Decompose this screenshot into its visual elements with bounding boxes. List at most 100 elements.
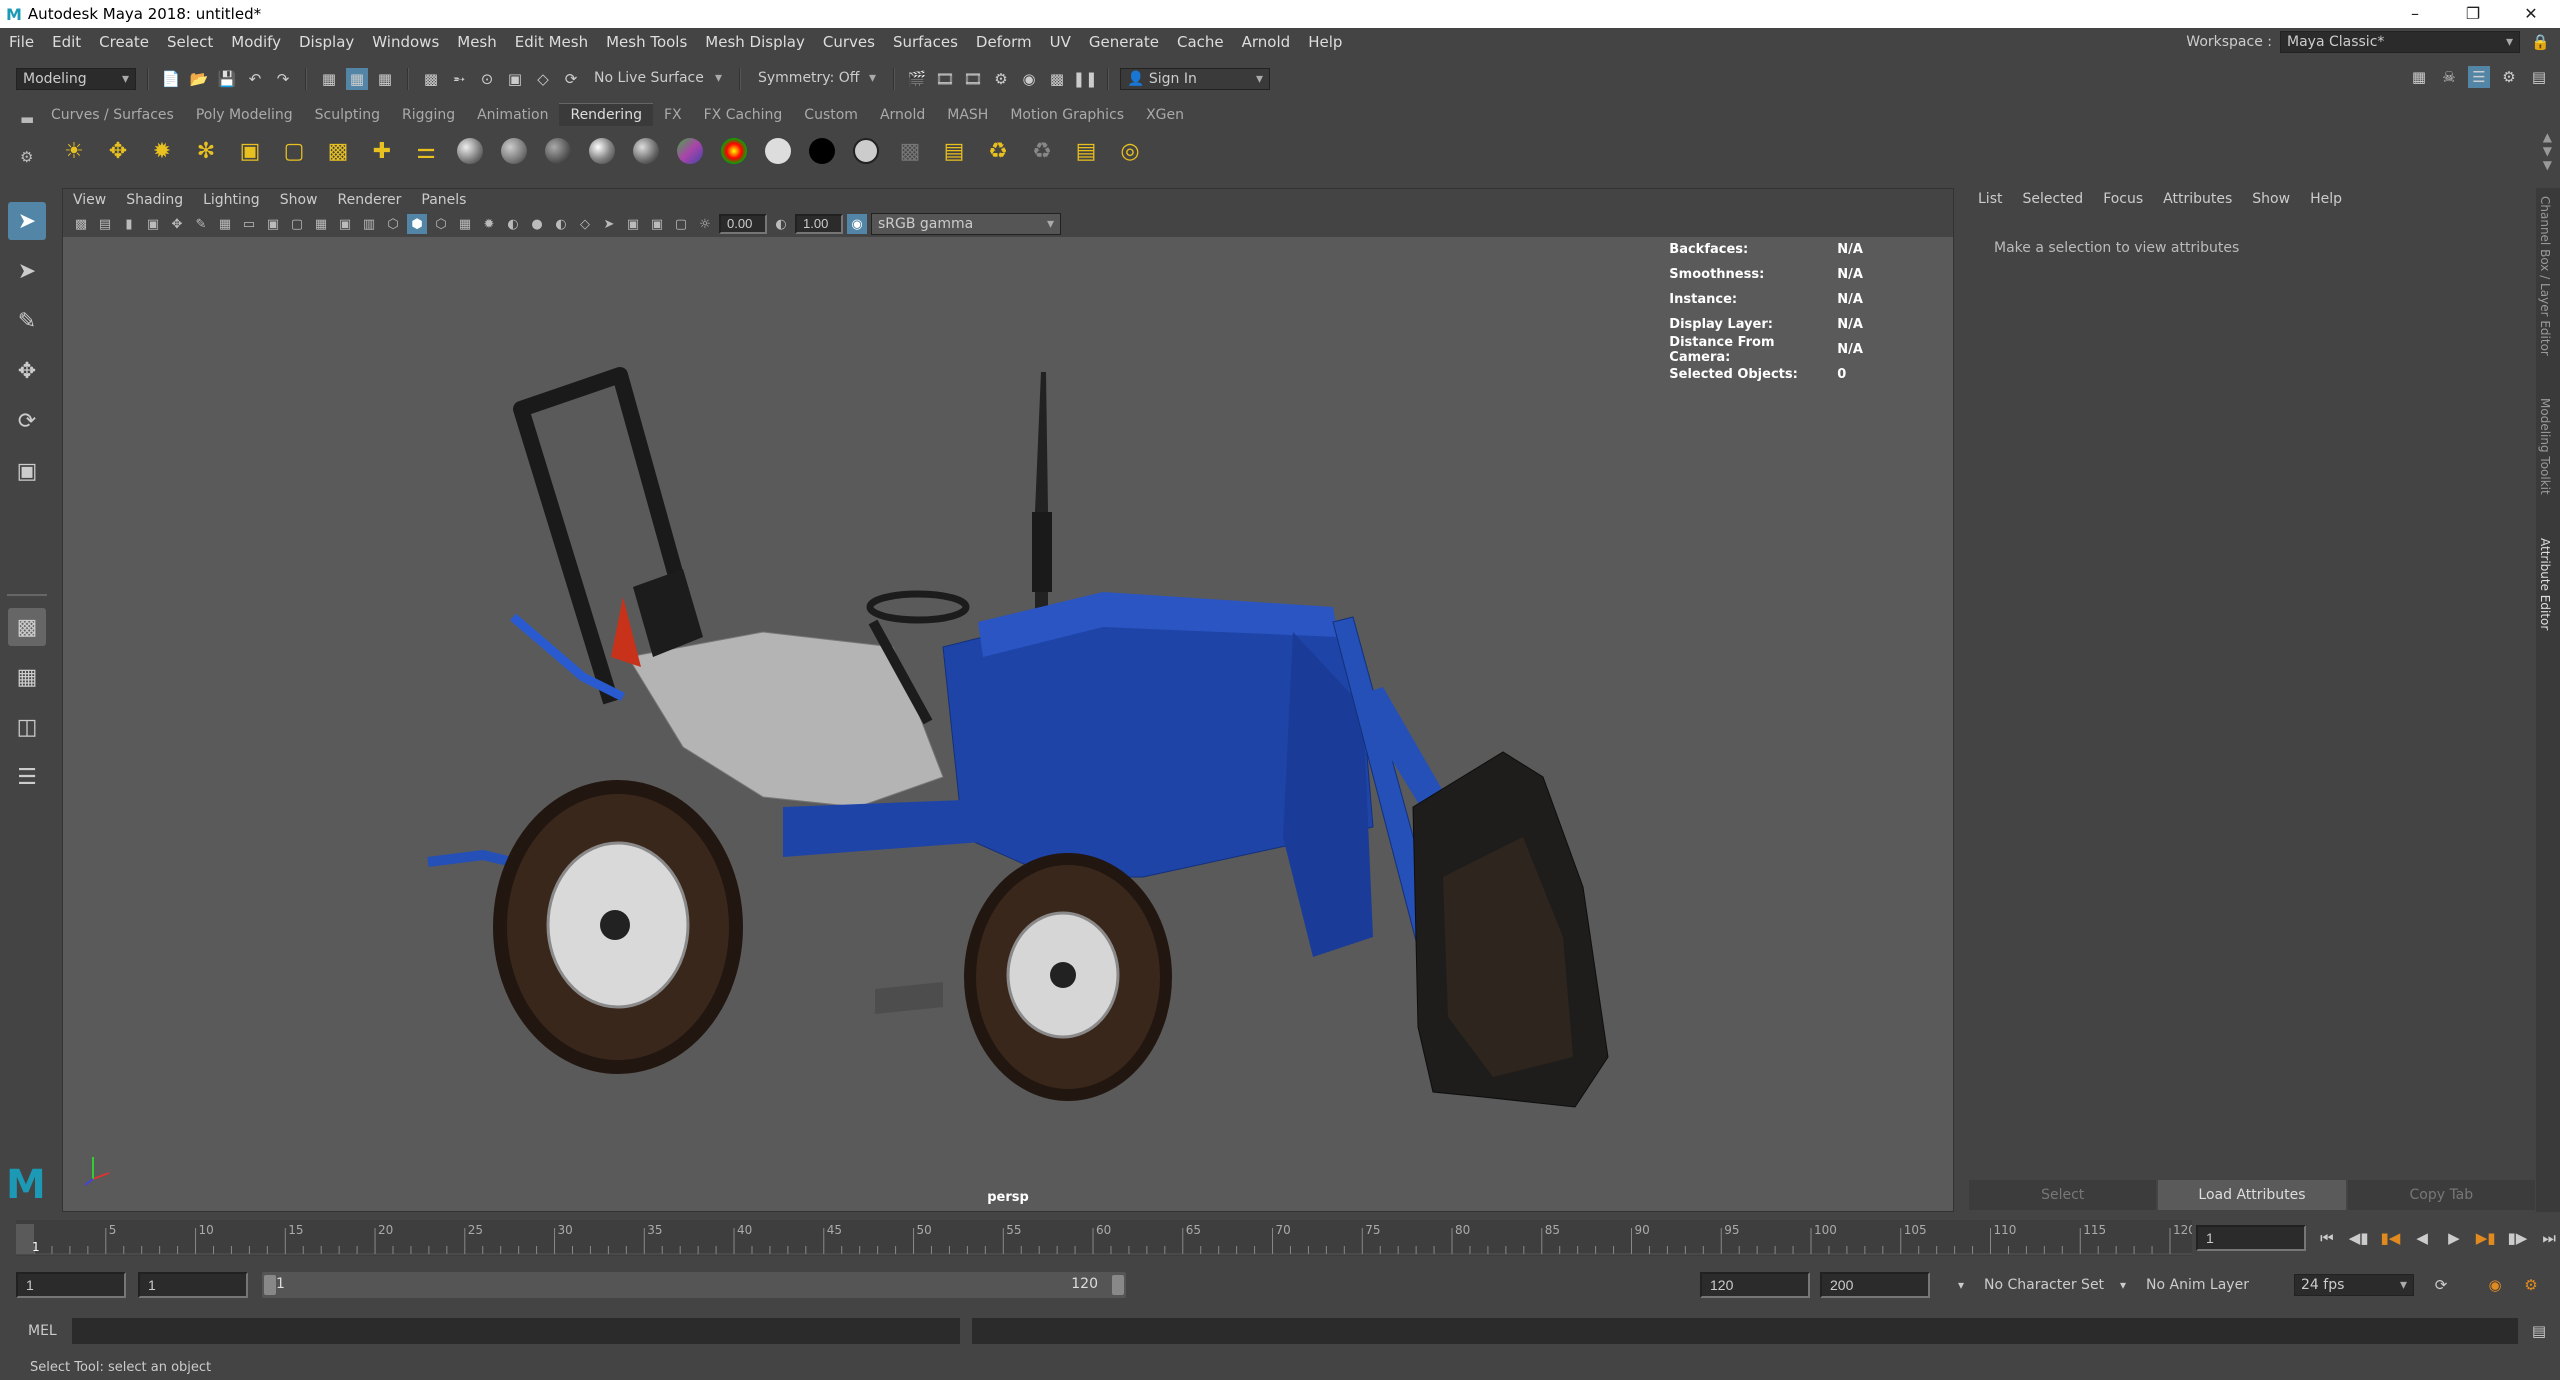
symmetry-dropdown[interactable]: Symmetry: Off [752, 68, 882, 90]
blinn-material-icon[interactable] [452, 133, 488, 169]
undo-icon[interactable]: ↶ [244, 68, 266, 90]
volume-light-icon[interactable]: ▢ [276, 133, 312, 169]
minimize-button[interactable]: – [2386, 0, 2444, 28]
menu-set-dropdown[interactable]: Modeling [16, 68, 136, 90]
phong-material-icon[interactable] [540, 133, 576, 169]
xray-joints-icon[interactable]: ▢ [671, 214, 691, 234]
tool-settings-icon[interactable]: ⚙ [2498, 66, 2520, 88]
snap-curve-icon[interactable]: ➵ [448, 68, 470, 90]
paint-select-tool-icon[interactable]: ✎ [8, 302, 46, 340]
ambient-light-icon[interactable]: ☀ [56, 133, 92, 169]
tab-motion-graphics[interactable]: Motion Graphics [999, 104, 1135, 126]
step-back-frame-icon[interactable]: ▮◀ [2380, 1227, 2402, 1249]
tab-xgen[interactable]: XGen [1135, 104, 1195, 126]
wireframe-on-shaded-icon[interactable]: ⬡ [431, 214, 451, 234]
menu-edit-mesh[interactable]: Edit Mesh [506, 33, 597, 51]
shelf-options-icon[interactable]: ▬ [20, 110, 34, 128]
white-material-icon[interactable] [760, 133, 796, 169]
exposure-field[interactable] [719, 214, 767, 234]
bookmark-icon[interactable]: ▮ [119, 214, 139, 234]
tab-rigging[interactable]: Rigging [391, 104, 466, 126]
end-time-field[interactable] [1820, 1272, 1930, 1298]
step-back-key-icon[interactable]: ◀▮ [2348, 1227, 2370, 1249]
exposure-icon[interactable]: ☼ [695, 214, 715, 234]
menu-surfaces[interactable]: Surfaces [884, 33, 967, 51]
light-linking-icon[interactable]: ♻ [980, 133, 1016, 169]
grid-icon[interactable]: ▦ [215, 214, 235, 234]
save-scene-icon[interactable]: 💾 [216, 68, 238, 90]
panel-menu-renderer[interactable]: Renderer [327, 192, 411, 208]
directional-light-icon[interactable]: ✥ [100, 133, 136, 169]
step-forward-frame-icon[interactable]: ▶▮ [2475, 1227, 2497, 1249]
render-target-icon[interactable]: ◎ [1112, 133, 1148, 169]
ae-menu-attributes[interactable]: Attributes [2153, 191, 2242, 207]
textured-icon[interactable]: ▦ [455, 214, 475, 234]
render-sequence-icon[interactable]: 🎞 [934, 68, 956, 90]
human-ik-icon[interactable]: ☠ [2438, 66, 2460, 88]
character-set-dropdown[interactable]: No Character Set [1984, 1277, 2104, 1293]
persp-outliner-icon[interactable]: ◫ [8, 708, 46, 746]
ambient-occlusion-icon[interactable]: ● [527, 214, 547, 234]
gate-mask-icon[interactable]: ▢ [287, 214, 307, 234]
motion-blur-icon[interactable]: ◐ [551, 214, 571, 234]
point-light-icon[interactable]: ✹ [144, 133, 180, 169]
character-set-arrow-icon[interactable]: ▾ [1950, 1274, 1972, 1296]
loop-icon[interactable]: ⟳ [2430, 1274, 2452, 1296]
snap-grid-icon[interactable]: ▩ [420, 68, 442, 90]
color-management-icon[interactable]: ◉ [847, 214, 867, 234]
camera-select-icon[interactable]: ▩ [71, 214, 91, 234]
render-queue-icon[interactable]: ▤ [1068, 133, 1104, 169]
camera-icon[interactable]: ▩ [320, 133, 356, 169]
lights-icon[interactable]: ✹ [479, 214, 499, 234]
gamma-icon[interactable]: ◐ [771, 214, 791, 234]
time-slider[interactable]: 5 10 15 20 25 30 35 40 45 50 55 60 65 70 75 80 85 90 95 100… [16, 1220, 2196, 1256]
xray-icon[interactable]: ▣ [623, 214, 643, 234]
pause-icon[interactable]: ❚❚ [1072, 68, 1097, 90]
go-to-start-icon[interactable]: ⏮ [2316, 1227, 2338, 1249]
viewport-panel[interactable]: View Shading Lighting Show Renderer Pane… [62, 188, 1954, 1212]
channel-box-icon[interactable]: ▤ [2528, 66, 2550, 88]
gamma-field[interactable] [795, 214, 843, 234]
menu-edit[interactable]: Edit [43, 33, 90, 51]
tab-custom[interactable]: Custom [793, 104, 869, 126]
isolate-select-icon[interactable]: ➤ [599, 214, 619, 234]
step-forward-key-icon[interactable]: ▮▶ [2507, 1227, 2529, 1249]
single-perspective-view-icon[interactable]: ▩ [8, 608, 46, 646]
ae-load-attributes-button[interactable]: Load Attributes [2158, 1180, 2346, 1210]
open-scene-icon[interactable]: 📂 [188, 68, 210, 90]
safe-action-icon[interactable]: ▣ [335, 214, 355, 234]
field-chart-icon[interactable]: ▦ [311, 214, 331, 234]
play-backwards-icon[interactable]: ◀ [2411, 1227, 2433, 1249]
tab-channel-box[interactable]: Channel Box / Layer Editor [2538, 196, 2552, 356]
select-component-icon[interactable]: ▦ [374, 68, 396, 90]
outliner-icon[interactable]: ☰ [8, 758, 46, 796]
ae-menu-selected[interactable]: Selected [2012, 191, 2093, 207]
menu-curves[interactable]: Curves [814, 33, 884, 51]
ramp-shader-icon[interactable] [716, 133, 752, 169]
menu-create[interactable]: Create [90, 33, 158, 51]
menu-generate[interactable]: Generate [1080, 33, 1168, 51]
render-view-icon[interactable]: ▩ [1046, 68, 1068, 90]
menu-select[interactable]: Select [158, 33, 222, 51]
tab-fx[interactable]: FX [653, 104, 693, 126]
panel-menu-shading[interactable]: Shading [116, 192, 193, 208]
auto-key-icon[interactable]: ◉ [2484, 1274, 2506, 1296]
make-live-icon[interactable]: ⟳ [560, 68, 582, 90]
select-object-icon[interactable]: ▦ [346, 68, 368, 90]
tab-curves-surfaces[interactable]: Curves / Surfaces [40, 104, 185, 126]
select-tool-icon[interactable]: ➤ [8, 202, 46, 240]
move-tool-icon[interactable]: ✥ [8, 352, 46, 390]
menu-file[interactable]: File [0, 33, 43, 51]
playback-start-field[interactable] [138, 1272, 248, 1298]
select-hierarchy-icon[interactable]: ▦ [318, 68, 340, 90]
menu-help[interactable]: Help [1299, 33, 1351, 51]
menu-modify[interactable]: Modify [222, 33, 290, 51]
range-start-handle[interactable] [264, 1275, 276, 1295]
smooth-shade-icon[interactable]: ⬢ [407, 214, 427, 234]
ae-menu-list[interactable]: List [1968, 191, 2012, 207]
scale-tool-icon[interactable]: ▣ [8, 452, 46, 490]
render-frame-icon[interactable]: 🎬 [906, 68, 928, 90]
panel-menu-lighting[interactable]: Lighting [193, 192, 270, 208]
sign-in-dropdown[interactable]: 👤 Sign In [1120, 68, 1270, 90]
texture-icon[interactable]: ▩ [892, 133, 928, 169]
